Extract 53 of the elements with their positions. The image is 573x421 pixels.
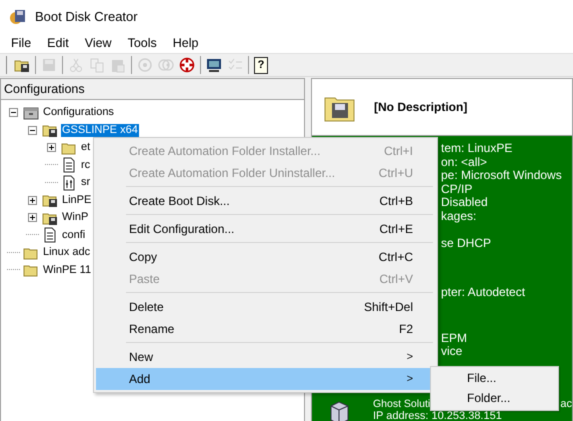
menu-item[interactable]: Edit Configuration... Ctrl+E bbox=[96, 218, 435, 240]
menu-item[interactable]: New > bbox=[96, 346, 435, 368]
tree-item[interactable]: sr bbox=[80, 176, 92, 190]
menu-item[interactable]: Delete Shift+Del bbox=[96, 296, 435, 318]
document-icon bbox=[61, 157, 77, 174]
menu-item[interactable]: File... bbox=[433, 369, 556, 388]
detail-text: on: <all> bbox=[441, 156, 488, 170]
tree-item[interactable]: GSSLINPE x64 bbox=[61, 124, 139, 137]
menu-item[interactable]: Help bbox=[164, 36, 206, 50]
settings-file-icon bbox=[61, 174, 77, 191]
expand-toggle[interactable] bbox=[28, 126, 37, 135]
expand-toggle[interactable] bbox=[9, 108, 18, 118]
cabinet-icon bbox=[23, 104, 39, 121]
menu-item[interactable]: View bbox=[76, 36, 120, 50]
detail-text: kages: bbox=[441, 210, 478, 224]
expand-toggle[interactable] bbox=[47, 143, 56, 152]
menu-item[interactable]: Edit bbox=[39, 36, 77, 50]
detail-text: se DHCP bbox=[441, 236, 492, 250]
tree-item[interactable]: Linux adc bbox=[42, 246, 92, 260]
detail-text: EPM bbox=[441, 332, 468, 346]
tree-item[interactable]: WinP bbox=[61, 211, 90, 224]
lifebuoy-icon[interactable] bbox=[179, 57, 195, 73]
tree-item[interactable]: LinPE bbox=[61, 194, 92, 207]
tree-item[interactable]: et bbox=[80, 141, 92, 154]
detail-text: CP/IP bbox=[441, 182, 474, 196]
expand-toggle[interactable] bbox=[28, 196, 37, 205]
computer-icon bbox=[328, 400, 350, 421]
menu-item[interactable]: Tools bbox=[120, 36, 165, 50]
detail-text: Ghost Soluti bbox=[373, 398, 430, 411]
menu-item[interactable]: Copy Ctrl+C bbox=[96, 246, 435, 268]
tree-item[interactable]: WinPE 11 bbox=[42, 264, 92, 277]
document-icon bbox=[42, 227, 58, 244]
detail-text: ac bbox=[560, 398, 572, 411]
app-icon bbox=[9, 7, 27, 25]
detail-text: tem: LinuxPE bbox=[441, 142, 514, 156]
detail-text: pe: Microsoft Windows bbox=[441, 169, 563, 183]
menu-item[interactable]: File bbox=[3, 36, 40, 50]
menu-item[interactable]: Folder... bbox=[433, 388, 556, 408]
detail-text: pter: Autodetect bbox=[441, 286, 526, 300]
tree-item[interactable]: Configurations bbox=[42, 106, 115, 120]
description-text: [No Description] bbox=[374, 100, 468, 114]
panel-header: Configurations bbox=[1, 79, 304, 100]
tree-item[interactable]: rc bbox=[80, 158, 92, 172]
help-button[interactable]: ? bbox=[254, 56, 268, 74]
detail-text: IP address: 10.253.38.151 bbox=[373, 410, 503, 421]
detail-text: Disabled bbox=[441, 196, 489, 210]
menu-item[interactable]: Rename F2 bbox=[96, 318, 435, 340]
menu-item[interactable]: Create Boot Disk... Ctrl+B bbox=[96, 190, 435, 212]
window-title: Boot Disk Creator bbox=[35, 8, 138, 24]
detail-text: vice bbox=[441, 345, 464, 359]
expand-toggle[interactable] bbox=[28, 213, 37, 222]
tree-item[interactable]: confi bbox=[61, 228, 86, 242]
monitor-icon[interactable] bbox=[206, 57, 222, 73]
